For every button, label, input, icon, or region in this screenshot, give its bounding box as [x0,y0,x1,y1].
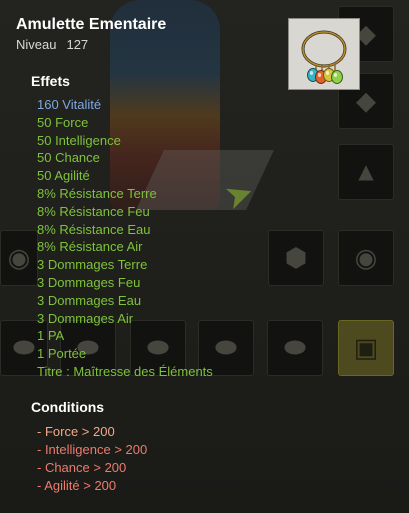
condition-line: - Agilité > 200 [37,478,117,493]
effect-line: 8% Résistance Terre [37,185,157,201]
effect-line: 50 Chance [37,150,100,166]
item-level: Niveau 127 [16,37,98,52]
effect-line: 3 Dommages Terre [37,257,148,273]
conditions-title: Conditions [31,399,105,415]
condition-line: - Intelligence > 200 [37,442,148,457]
effect-line: 3 Dommages Eau [37,292,142,308]
effect-line: 1 PA [37,328,65,344]
effect-line: 3 Dommages Feu [37,274,141,290]
effect-line: 50 Force [37,114,89,130]
item-level-value: 127 [66,37,89,52]
item-image [288,18,360,90]
condition-line: - Force > 200 [37,424,115,439]
effect-line: 8% Résistance Air [37,239,143,255]
condition-line: - Chance > 200 [37,460,127,475]
item-name: Amulette Ementaire [16,16,167,33]
effect-line: 160 Vitalité [37,97,102,112]
amulet-icon [301,30,347,84]
conditions-list: - Force > 200 - Intelligence > 200 - Cha… [37,423,147,495]
effect-line: 8% Résistance Eau [37,221,151,237]
effects-list: 160 Vitalité 50 Force 50 Intelligence 50… [37,96,213,381]
effect-line: 50 Intelligence [37,132,121,148]
effects-title: Effets [31,73,70,89]
effect-line: Titre : Maîtresse des Éléments [37,363,213,379]
item-tooltip: Amulette Ementaire Niveau 127 Effets 160 … [0,0,409,513]
effect-line: 3 Dommages Air [37,310,134,326]
item-level-label: Niveau [16,37,57,52]
effect-line: 50 Agilité [37,168,90,184]
effect-line: 8% Résistance Feu [37,203,150,219]
effect-line: 1 Portée [37,346,87,362]
